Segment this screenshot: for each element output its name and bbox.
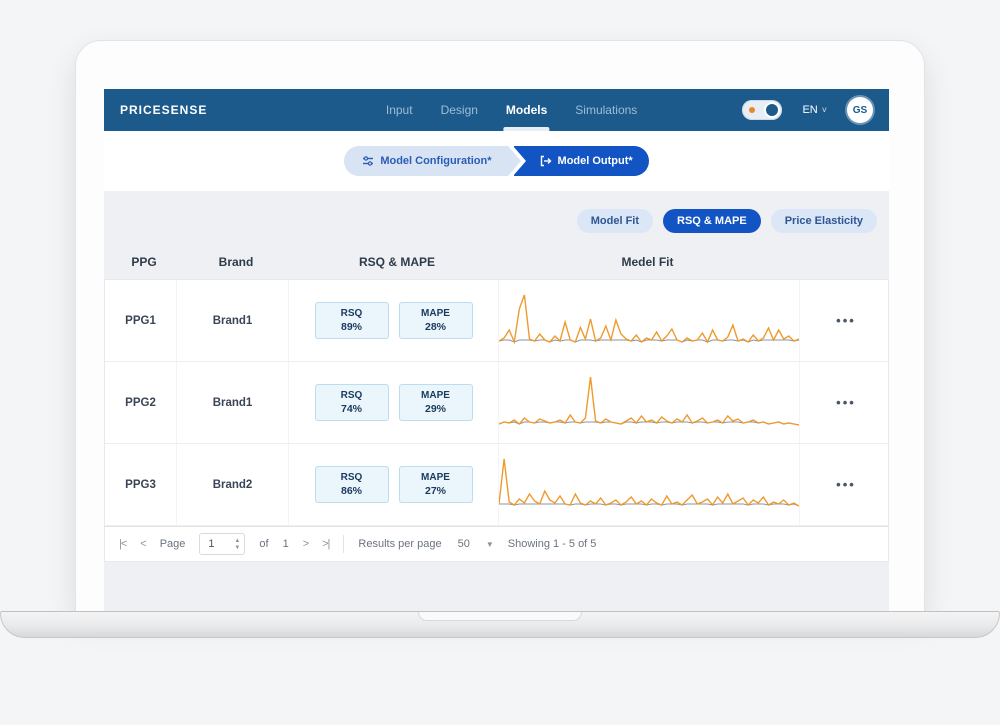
cell-ppg: PPG1 (105, 280, 177, 361)
rsq-value: 86% (340, 485, 362, 497)
mape-value: 28% (424, 321, 446, 333)
chip-model-fit[interactable]: Model Fit (576, 209, 654, 233)
stepper-band: Model Configuration* Model Output* (104, 131, 889, 191)
toggle-off-dot-icon (749, 107, 756, 113)
top-navbar: PRICESENSE Input Design Models Simulatio… (104, 89, 889, 131)
step-label: Model Output* (557, 155, 633, 167)
app-window: PRICESENSE Input Design Models Simulatio… (104, 89, 889, 619)
rsq-metric-box: RSQ 89% (314, 302, 389, 339)
main-nav: Input Design Models Simulations (386, 89, 637, 131)
step-model-configuration[interactable]: Model Configuration* (344, 146, 521, 176)
filter-chips-row: Model Fit RSQ & MAPE Price Elasticity (104, 191, 889, 233)
chip-rsq-mape[interactable]: RSQ & MAPE (663, 209, 761, 233)
column-header-brand: Brand (218, 255, 254, 269)
cell-brand: Brand1 (177, 362, 289, 443)
navbar-right: EN ˅ GS (742, 97, 873, 123)
rsq-label: RSQ (340, 390, 363, 401)
row-more-actions-button[interactable]: ••• (836, 477, 856, 492)
first-page-icon[interactable]: |< (119, 538, 127, 550)
toggle-knob-icon (764, 102, 781, 118)
nav-item-design[interactable]: Design (441, 89, 478, 131)
chip-price-elasticity[interactable]: Price Elasticity (770, 209, 877, 233)
nav-item-models[interactable]: Models (506, 89, 547, 131)
nav-item-input[interactable]: Input (386, 89, 413, 131)
results-per-page: Results per page 50 ▼ (358, 538, 493, 550)
mape-metric-box: MAPE 29% (398, 384, 473, 421)
next-page-icon[interactable]: > (303, 538, 310, 550)
laptop-base-notch (418, 612, 582, 621)
rsq-value: 74% (340, 403, 362, 415)
spin-up-icon[interactable]: ▲ (234, 538, 240, 544)
avatar[interactable]: GS (847, 97, 873, 123)
page-label: Page (159, 538, 186, 550)
page-number-input[interactable] (200, 534, 231, 554)
mape-label: MAPE (421, 472, 450, 483)
laptop-screen: PRICESENSE Input Design Models Simulatio… (75, 40, 925, 619)
step-model-output[interactable]: Model Output* (512, 146, 649, 176)
table-header-row: PPG Brand RSQ & MAPE Medel Fit (104, 233, 889, 279)
of-label: of (259, 538, 269, 550)
table-row: PPG3 Brand2 RSQ 86% MAPE 27% ••• (105, 444, 888, 526)
laptop-base (0, 611, 1000, 638)
row-more-actions-button[interactable]: ••• (836, 313, 856, 328)
cell-ppg: PPG2 (105, 362, 177, 443)
column-header-ppg: PPG (131, 255, 157, 269)
total-pages: 1 (282, 538, 289, 550)
model-fit-sparkline (499, 294, 799, 345)
step-label: Model Configuration* (380, 155, 492, 167)
language-selector[interactable]: EN ˅ (802, 104, 827, 116)
nav-item-simulations[interactable]: Simulations (575, 89, 637, 131)
rsq-value: 89% (340, 321, 362, 333)
mape-metric-box: MAPE 28% (398, 302, 473, 339)
pagination-bar: |< < Page ▲ ▼ of 1 > >| Results per page… (104, 526, 889, 562)
rsq-label: RSQ (340, 472, 363, 483)
results-table: PPG1 Brand1 RSQ 89% MAPE 28% ••• PPG2 Br… (104, 279, 889, 526)
rsq-metric-box: RSQ 86% (314, 466, 389, 503)
divider (343, 535, 345, 553)
column-header-rsq-mape: RSQ & MAPE (358, 255, 435, 269)
mape-metric-box: MAPE 27% (398, 466, 473, 503)
rsq-metric-box: RSQ 74% (314, 384, 389, 421)
app-logo: PRICESENSE (120, 103, 208, 117)
language-label: EN (802, 104, 818, 116)
theme-toggle[interactable] (742, 100, 783, 120)
select-caret-icon[interactable]: ▼ (486, 540, 494, 549)
prev-page-icon[interactable]: < (140, 538, 147, 550)
sliders-icon (363, 156, 374, 166)
spin-down-icon[interactable]: ▼ (234, 545, 240, 551)
mape-label: MAPE (421, 308, 450, 319)
mape-value: 27% (424, 485, 446, 497)
cell-brand: Brand2 (177, 444, 289, 525)
output-icon (540, 155, 552, 167)
mape-value: 29% (424, 403, 446, 415)
results-per-page-label: Results per page (358, 538, 442, 550)
showing-summary: Showing 1 - 5 of 5 (507, 538, 597, 550)
mape-label: MAPE (421, 390, 450, 401)
last-page-icon[interactable]: >| (322, 538, 330, 550)
stepper: Model Configuration* Model Output* (344, 146, 649, 176)
cell-brand: Brand1 (177, 280, 289, 361)
model-fit-sparkline (499, 376, 799, 426)
row-more-actions-button[interactable]: ••• (836, 395, 856, 410)
rsq-label: RSQ (340, 308, 363, 319)
model-fit-sparkline (499, 458, 799, 507)
page-number-stepper: ▲ ▼ (199, 533, 246, 555)
table-row: PPG2 Brand1 RSQ 74% MAPE 29% ••• (105, 362, 888, 444)
chevron-down-icon: ˅ (821, 105, 827, 115)
results-per-page-value[interactable]: 50 (458, 538, 470, 550)
cell-ppg: PPG3 (105, 444, 177, 525)
table-row: PPG1 Brand1 RSQ 89% MAPE 28% ••• (105, 280, 888, 362)
column-header-model-fit: Medel Fit (621, 255, 674, 269)
